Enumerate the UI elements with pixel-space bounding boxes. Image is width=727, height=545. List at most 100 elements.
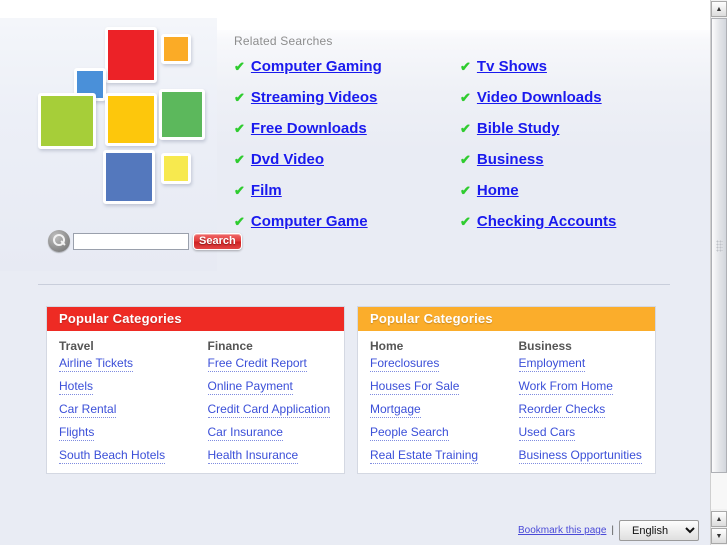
related-search-link[interactable]: Computer Game bbox=[251, 213, 368, 230]
chevron-up-icon: ▲ bbox=[715, 5, 723, 13]
related-search-item[interactable]: ✔ Bible Study bbox=[460, 120, 616, 151]
related-column-right: ✔ Tv Shows ✔ Video Downloads ✔ Bible Study ✔ Bu… bbox=[460, 58, 616, 244]
category-link[interactable]: Houses For Sale bbox=[370, 379, 460, 395]
popular-categories-body: Travel Airline Tickets Hotels Car Rental Fli… bbox=[47, 331, 344, 473]
logo-square-red bbox=[105, 27, 157, 83]
category-column: Business Employment Work From Home Reorder … bbox=[507, 339, 656, 465]
logo-square-yellow bbox=[105, 93, 157, 146]
category-column-title: Travel bbox=[59, 339, 94, 353]
chevron-down-icon: ▼ bbox=[715, 532, 723, 540]
category-link[interactable]: Car Insurance bbox=[207, 425, 283, 441]
category-column-title: Home bbox=[370, 339, 404, 353]
logo-square-green-light bbox=[38, 93, 96, 149]
popular-categories-header: Popular Categories bbox=[47, 307, 344, 331]
related-search-item[interactable]: ✔ Dvd Video bbox=[234, 151, 382, 182]
check-icon: ✔ bbox=[234, 214, 245, 229]
category-link[interactable]: Used Cars bbox=[518, 425, 576, 441]
check-icon: ✔ bbox=[234, 59, 245, 74]
page-root: Search Related Searches ✔ Computer Gaming… bbox=[0, 0, 727, 545]
related-search-item[interactable]: ✔ Free Downloads bbox=[234, 120, 382, 151]
scroll-up-button-bottom[interactable]: ▲ bbox=[711, 511, 727, 527]
related-search-link[interactable]: Bible Study bbox=[477, 120, 560, 137]
check-icon: ✔ bbox=[460, 152, 471, 167]
category-link[interactable]: Car Rental bbox=[59, 402, 117, 418]
category-link[interactable]: People Search bbox=[370, 425, 449, 441]
related-search-item[interactable]: ✔ Checking Accounts bbox=[460, 213, 616, 244]
scroll-down-button[interactable]: ▼ bbox=[711, 528, 727, 544]
category-link[interactable]: Real Estate Training bbox=[370, 448, 479, 464]
related-search-item[interactable]: ✔ Tv Shows bbox=[460, 58, 616, 89]
related-search-item[interactable]: ✔ Computer Gaming bbox=[234, 58, 382, 89]
search-globe-icon bbox=[48, 230, 70, 252]
logo-square-orange bbox=[161, 34, 191, 64]
scrollbar-grip-icon bbox=[716, 239, 723, 252]
category-column: Finance Free Credit Report Online Payment C… bbox=[196, 339, 345, 465]
search-input[interactable] bbox=[73, 232, 189, 250]
related-search-link[interactable]: Streaming Videos bbox=[251, 89, 377, 106]
check-icon: ✔ bbox=[234, 152, 245, 167]
category-column-title: Business bbox=[518, 339, 572, 353]
logo-square-blue bbox=[103, 150, 155, 204]
category-link[interactable]: South Beach Hotels bbox=[59, 448, 166, 464]
category-link[interactable]: Credit Card Application bbox=[207, 402, 331, 418]
footer-separator: | bbox=[611, 525, 614, 536]
popular-categories-box-1: Popular Categories Travel Airline Tickets H… bbox=[46, 306, 345, 474]
category-link[interactable]: Free Credit Report bbox=[207, 356, 307, 372]
related-search-link[interactable]: Film bbox=[251, 182, 282, 199]
category-link[interactable]: Online Payment bbox=[207, 379, 293, 395]
category-column-title: Finance bbox=[207, 339, 253, 353]
vertical-scrollbar[interactable]: ▲ ▲ ▼ bbox=[710, 0, 727, 545]
header-white-band bbox=[217, 0, 710, 30]
related-search-link[interactable]: Free Downloads bbox=[251, 120, 367, 137]
related-search-item[interactable]: ✔ Video Downloads bbox=[460, 89, 616, 120]
related-search-link[interactable]: Video Downloads bbox=[477, 89, 602, 106]
check-icon: ✔ bbox=[460, 214, 471, 229]
related-search-link[interactable]: Dvd Video bbox=[251, 151, 324, 168]
popular-categories-body: Home Foreclosures Houses For Sale Mortgage P… bbox=[358, 331, 655, 473]
related-search-item[interactable]: ✔ Computer Game bbox=[234, 213, 382, 244]
related-search-item[interactable]: ✔ Home bbox=[460, 182, 616, 213]
check-icon: ✔ bbox=[234, 121, 245, 136]
category-link[interactable]: Health Insurance bbox=[207, 448, 299, 464]
category-link[interactable]: Employment bbox=[518, 356, 586, 372]
check-icon: ✔ bbox=[460, 183, 471, 198]
category-link[interactable]: Work From Home bbox=[518, 379, 613, 395]
category-link[interactable]: Mortgage bbox=[370, 402, 421, 418]
section-divider bbox=[38, 284, 670, 285]
check-icon: ✔ bbox=[460, 121, 471, 136]
category-link[interactable]: Flights bbox=[59, 425, 95, 441]
category-link[interactable]: Business Opportunities bbox=[518, 448, 642, 464]
bookmark-this-page-link[interactable]: Bookmark this page bbox=[518, 525, 606, 536]
related-search-item[interactable]: ✔ Business bbox=[460, 151, 616, 182]
related-search-link[interactable]: Home bbox=[477, 182, 519, 199]
category-link[interactable]: Reorder Checks bbox=[518, 402, 606, 418]
chevron-up-icon-2: ▲ bbox=[715, 515, 723, 523]
logo-square-green bbox=[159, 89, 205, 140]
logo-squares bbox=[38, 25, 213, 215]
popular-categories-box-2: Popular Categories Home Foreclosures Houses… bbox=[357, 306, 656, 474]
popular-categories-header: Popular Categories bbox=[358, 307, 655, 331]
related-searches-title: Related Searches bbox=[234, 34, 333, 48]
category-link[interactable]: Foreclosures bbox=[370, 356, 440, 372]
check-icon: ✔ bbox=[234, 183, 245, 198]
category-column: Home Foreclosures Houses For Sale Mortgage P… bbox=[358, 339, 507, 465]
check-icon: ✔ bbox=[460, 59, 471, 74]
category-column: Travel Airline Tickets Hotels Car Rental Fli… bbox=[47, 339, 196, 465]
footer: Bookmark this page | English bbox=[518, 520, 699, 541]
related-search-link[interactable]: Computer Gaming bbox=[251, 58, 382, 75]
check-icon: ✔ bbox=[460, 90, 471, 105]
scrollbar-track[interactable] bbox=[711, 18, 727, 509]
related-column-left: ✔ Computer Gaming ✔ Streaming Videos ✔ Free D… bbox=[234, 58, 382, 244]
search-bar: Search bbox=[48, 230, 242, 252]
related-search-link[interactable]: Tv Shows bbox=[477, 58, 547, 75]
scroll-up-button[interactable]: ▲ bbox=[711, 1, 727, 17]
scrollbar-thumb[interactable] bbox=[711, 18, 727, 473]
category-link[interactable]: Airline Tickets bbox=[59, 356, 134, 372]
related-search-item[interactable]: ✔ Streaming Videos bbox=[234, 89, 382, 120]
logo-square-yellow-pale bbox=[161, 153, 191, 184]
related-search-link[interactable]: Checking Accounts bbox=[477, 213, 616, 230]
language-select[interactable]: English bbox=[619, 520, 699, 541]
related-search-item[interactable]: ✔ Film bbox=[234, 182, 382, 213]
category-link[interactable]: Hotels bbox=[59, 379, 94, 395]
related-search-link[interactable]: Business bbox=[477, 151, 544, 168]
